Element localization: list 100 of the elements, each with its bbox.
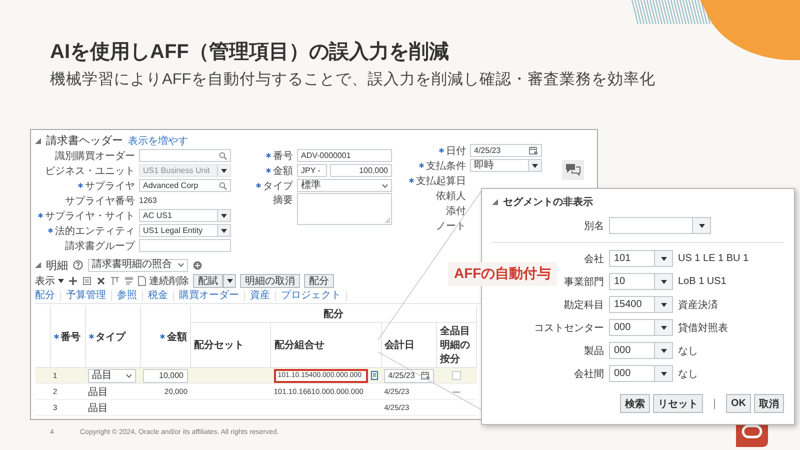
caret-icon [226, 279, 232, 283]
collapse-icon[interactable] [492, 199, 498, 205]
action-button[interactable]: 配分 [304, 274, 334, 288]
slide-title: AIを使用しAFF（管理項目）の誤入力を削減 [50, 40, 450, 65]
date-field[interactable]: 4/25/23 [470, 144, 542, 157]
column-header: 金額 [167, 330, 187, 344]
add-icon[interactable] [68, 276, 78, 286]
tab[interactable]: プロジェクト [276, 291, 347, 301]
resize-grip-icon [385, 218, 390, 223]
menu-button[interactable] [223, 274, 236, 288]
field-label: 製品 [583, 344, 604, 358]
search-field[interactable] [139, 149, 231, 162]
input-field[interactable] [139, 239, 231, 252]
caret-icon [221, 168, 227, 172]
calendar-icon[interactable] [529, 146, 538, 155]
field-label: 番号 [273, 150, 293, 162]
tab[interactable]: 参照 [112, 291, 143, 301]
field-label: 金額 [273, 164, 293, 178]
field-label: 会社 [583, 252, 604, 266]
select-field[interactable] [609, 217, 711, 234]
select-field[interactable]: 10 [609, 273, 673, 290]
callout-label: AFFの自動付与 [454, 265, 552, 281]
column-header: タイプ [96, 330, 126, 344]
select-field[interactable]: 即時 [470, 159, 542, 172]
dialog-button[interactable]: OK [726, 394, 751, 413]
collapse-icon[interactable] [35, 262, 41, 268]
amount-field[interactable]: 100,000 [330, 164, 392, 177]
select-field[interactable]: AC US1 [139, 209, 231, 222]
dialog-button[interactable]: 取消 [754, 394, 784, 413]
tab[interactable]: 資産 [245, 291, 276, 301]
field-label: 会社間 [573, 368, 604, 380]
field-label: ビジネス・ユニット [45, 164, 135, 178]
select-field[interactable]: 000 [609, 342, 673, 359]
select-field[interactable]: 000 [609, 365, 673, 382]
date-field[interactable]: 4/25/23 [384, 368, 434, 382]
amount-field[interactable]: 10,000 [143, 368, 188, 382]
column-group-header: 配分 [324, 309, 344, 320]
wrap-icon[interactable] [124, 276, 134, 286]
edit-icon[interactable] [82, 276, 92, 286]
search-icon[interactable] [219, 152, 227, 160]
column-header: 配分組合せ [274, 338, 324, 352]
dialog-button[interactable]: 検索 [620, 394, 650, 413]
tab[interactable]: 予算管理 [61, 291, 112, 301]
tab[interactable]: 配分 [35, 291, 61, 301]
action-button[interactable]: 配賦 [193, 274, 223, 288]
dialog-button[interactable]: リセット [653, 394, 703, 413]
field-label: 依頼人 [436, 190, 466, 202]
search-field[interactable]: Advanced Corp [139, 179, 231, 192]
segment-description: US 1 LE 1 BU 1 [678, 253, 750, 264]
segment-description: 資産決済 [678, 298, 719, 312]
view-menu[interactable]: 表示 [35, 274, 64, 288]
field-label: 支払条件 [426, 160, 466, 172]
field-label: 別名 [583, 220, 604, 232]
action-button[interactable]: 明細の取消 [240, 274, 300, 288]
select-field[interactable]: 請求書明細の照合 [88, 258, 188, 272]
calendar-icon[interactable] [421, 371, 430, 380]
section-title: 請求書ヘッダー [46, 134, 123, 148]
caret-icon [660, 372, 666, 376]
chat-icon [565, 163, 581, 177]
column-header: 配分セット [194, 338, 244, 352]
checkbox[interactable] [452, 371, 461, 380]
select-field[interactable]: 15400 [609, 296, 673, 313]
dialog-title: セグメントの非表示 [503, 196, 593, 209]
select-field[interactable]: 000 [609, 319, 673, 336]
field-label: サプライヤ・サイト [45, 210, 135, 222]
select-field[interactable]: US1 Legal Entity [139, 224, 231, 237]
field-label: 支払起算日 [416, 174, 466, 188]
search-icon[interactable] [219, 182, 227, 190]
caret-icon [221, 214, 227, 218]
tab[interactable]: 税金 [143, 291, 174, 301]
freeze-icon[interactable] [110, 276, 120, 286]
column-header: 番号 [60, 330, 81, 344]
field-label: 請求書グループ [65, 240, 135, 252]
toolbar-button[interactable]: 連続削除 [138, 274, 189, 288]
field-value: 1263 [139, 196, 157, 205]
field-label: サプライヤ番号 [65, 194, 135, 208]
caret-icon [660, 256, 666, 260]
tab[interactable]: 購買オーダー [174, 291, 245, 301]
field-label: 事業部門 [563, 276, 604, 288]
caret-icon [221, 228, 227, 232]
delete-icon[interactable] [96, 276, 106, 286]
caret-icon [660, 348, 666, 352]
help-icon[interactable] [73, 260, 83, 270]
field-label: 添付 [446, 204, 466, 218]
show-more-link[interactable]: 表示を増やす [128, 134, 188, 148]
segment-description: なし [678, 368, 699, 380]
column-header: 会計日 [384, 338, 415, 352]
input-field[interactable]: ADV-0000001 [297, 149, 392, 162]
currency-select[interactable]: JPY - [297, 164, 327, 177]
account-lookup-icon[interactable] [370, 371, 378, 380]
chat-button[interactable] [562, 160, 584, 180]
collapse-icon[interactable] [35, 138, 41, 144]
segment-description: LoB 1 US1 [678, 276, 728, 287]
segment-description: なし [678, 344, 699, 358]
select-field[interactable]: 標準 [297, 179, 392, 192]
select-field[interactable]: 品目 [88, 368, 136, 382]
section-title: 明細 [46, 258, 68, 272]
select-field[interactable]: 101 [609, 250, 673, 267]
column-header: 全品目明細の按分 [440, 324, 471, 366]
segment-description: 貸借対照表 [678, 322, 729, 334]
